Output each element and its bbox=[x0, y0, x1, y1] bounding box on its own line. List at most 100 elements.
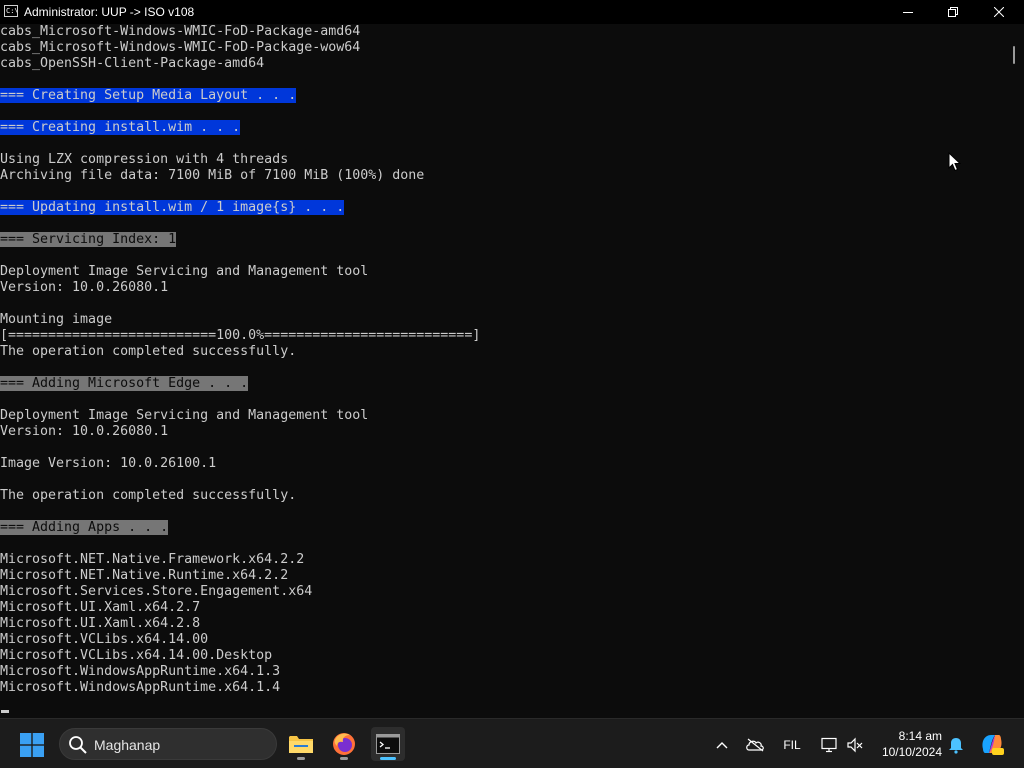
clock-date: 10/10/2024 bbox=[881, 745, 942, 759]
terminal-line-text: [==========================100.0%=======… bbox=[0, 328, 481, 343]
clock-time: 8:14 am bbox=[898, 729, 942, 743]
bell-icon bbox=[949, 738, 963, 754]
terminal-line-highlight: === Creating install.wim . . . bbox=[0, 120, 241, 135]
terminal-line-text: Archiving file data: 7100 MiB of 7100 Mi… bbox=[0, 168, 425, 183]
terminal-line: Mounting image bbox=[0, 312, 112, 328]
terminal-line-text: Image Version: 10.0.26100.1 bbox=[0, 456, 217, 471]
restore-icon bbox=[948, 7, 958, 17]
terminal-line: === Updating install.wim / 1 image{s} . … bbox=[0, 200, 345, 216]
terminal-line: Deployment Image Servicing and Managemen… bbox=[0, 264, 368, 280]
terminal-line: Version: 10.0.26080.1 bbox=[0, 280, 168, 296]
taskbar-search-box[interactable]: Maghanap bbox=[59, 728, 277, 760]
running-indicator bbox=[297, 757, 305, 760]
copilot-button[interactable] bbox=[979, 731, 1005, 757]
terminal-line-text: Microsoft.UI.Xaml.x64.2.8 bbox=[0, 616, 201, 631]
terminal-line-highlight: === Adding Apps . . . bbox=[0, 520, 169, 535]
terminal-line: Microsoft.NET.Native.Runtime.x64.2.2 bbox=[0, 568, 288, 584]
terminal-output[interactable]: cabs_Microsoft-Windows-WMIC-FoD-Package-… bbox=[0, 24, 1004, 718]
taskbar-terminal[interactable] bbox=[371, 727, 405, 761]
terminal-line: === Creating install.wim . . . bbox=[0, 120, 241, 136]
volume-muted-icon bbox=[847, 737, 863, 753]
chevron-up-icon bbox=[716, 742, 728, 749]
terminal-line-text: cabs_OpenSSH-Client-Package-amd64 bbox=[0, 56, 265, 71]
terminal-line-text: Microsoft.WindowsAppRuntime.x64.1.4 bbox=[0, 680, 281, 695]
terminal-line: Deployment Image Servicing and Managemen… bbox=[0, 408, 368, 424]
terminal-line-text: Using LZX compression with 4 threads bbox=[0, 152, 289, 167]
terminal-line: === Adding Microsoft Edge . . . bbox=[0, 376, 249, 392]
terminal-line-highlight: === Creating Setup Media Layout . . . bbox=[0, 88, 297, 103]
search-placeholder: Maghanap bbox=[94, 737, 161, 753]
terminal-line-text: Deployment Image Servicing and Managemen… bbox=[0, 408, 369, 423]
terminal-line: Microsoft.WindowsAppRuntime.x64.1.4 bbox=[0, 680, 280, 696]
terminal-line: Microsoft.VCLibs.x64.14.00 bbox=[0, 632, 208, 648]
taskbar-file-explorer[interactable] bbox=[284, 727, 318, 761]
terminal-line-text: Microsoft.VCLibs.x64.14.00 bbox=[0, 632, 209, 647]
terminal-line-text: Microsoft.Services.Store.Engagement.x64 bbox=[0, 584, 313, 599]
terminal-line: cabs_OpenSSH-Client-Package-amd64 bbox=[0, 56, 264, 72]
terminal-line-text: Microsoft.WindowsAppRuntime.x64.1.3 bbox=[0, 664, 281, 679]
terminal-line-highlight: === Servicing Index: 1 bbox=[0, 232, 177, 247]
copilot-icon bbox=[982, 735, 1004, 755]
terminal-line-text: Microsoft.NET.Native.Framework.x64.2.2 bbox=[0, 552, 305, 567]
terminal-line: cabs_Microsoft-Windows-WMIC-FoD-Package-… bbox=[0, 40, 360, 56]
taskbar-clock[interactable]: 8:14 am 10/10/2024 bbox=[872, 728, 942, 760]
windows-logo-icon bbox=[20, 733, 44, 757]
terminal-line-highlight: === Adding Microsoft Edge . . . bbox=[0, 376, 249, 391]
volume-tray[interactable] bbox=[845, 735, 865, 755]
terminal-line-text: Mounting image bbox=[0, 312, 113, 327]
terminal-line: Version: 10.0.26080.1 bbox=[0, 424, 168, 440]
terminal-line: Image Version: 10.0.26100.1 bbox=[0, 456, 216, 472]
terminal-line-text: Microsoft.NET.Native.Runtime.x64.2.2 bbox=[0, 568, 289, 583]
show-hidden-icons-button[interactable] bbox=[714, 735, 730, 755]
terminal-line: === Creating Setup Media Layout . . . bbox=[0, 88, 297, 104]
terminal-cursor bbox=[1, 710, 9, 713]
terminal-line-highlight: === Updating install.wim / 1 image{s} . … bbox=[0, 200, 345, 215]
network-tray[interactable] bbox=[820, 735, 840, 755]
file-explorer-icon bbox=[289, 736, 313, 753]
terminal-line-text: Deployment Image Servicing and Managemen… bbox=[0, 264, 369, 279]
firefox-icon bbox=[333, 733, 355, 755]
terminal-line: Microsoft.VCLibs.x64.14.00.Desktop bbox=[0, 648, 272, 664]
running-indicator bbox=[340, 757, 348, 760]
window-title: Administrator: UUP -> ISO v108 bbox=[24, 5, 195, 19]
terminal-line-text: The operation completed successfully. bbox=[0, 344, 297, 359]
terminal-line: Archiving file data: 7100 MiB of 7100 Mi… bbox=[0, 168, 424, 184]
terminal-line-text: cabs_Microsoft-Windows-WMIC-FoD-Package-… bbox=[0, 40, 361, 55]
notifications-button[interactable] bbox=[946, 735, 966, 755]
start-button[interactable] bbox=[20, 733, 44, 757]
terminal-line: === Servicing Index: 1 bbox=[0, 232, 177, 248]
active-indicator bbox=[380, 757, 396, 760]
network-monitor-icon bbox=[821, 737, 837, 753]
window-titlebar[interactable]: C:\ Administrator: UUP -> ISO v108 bbox=[0, 0, 1024, 24]
terminal-line: Microsoft.NET.Native.Framework.x64.2.2 bbox=[0, 552, 304, 568]
onedrive-tray[interactable] bbox=[744, 735, 766, 755]
close-button[interactable] bbox=[976, 0, 1022, 24]
terminal-line: Using LZX compression with 4 threads bbox=[0, 152, 288, 168]
vertical-scrollbar[interactable] bbox=[1004, 24, 1024, 718]
terminal-line: Microsoft.UI.Xaml.x64.2.7 bbox=[0, 600, 200, 616]
maximize-button[interactable] bbox=[930, 0, 976, 24]
minimize-icon bbox=[903, 12, 913, 13]
cloud-offline-icon bbox=[746, 738, 764, 752]
terminal-line: [==========================100.0%=======… bbox=[0, 328, 480, 344]
terminal-line-text: Version: 10.0.26080.1 bbox=[0, 280, 169, 295]
terminal-line-text: cabs_Microsoft-Windows-WMIC-FoD-Package-… bbox=[0, 24, 361, 39]
input-language-indicator[interactable]: FIL bbox=[780, 735, 804, 755]
taskbar: Maghanap FIL 8:14 am 10/10/2024 bbox=[0, 718, 1024, 768]
scrollbar-thumb[interactable] bbox=[1013, 46, 1015, 64]
terminal-line: The operation completed successfully. bbox=[0, 488, 296, 504]
minimize-button[interactable] bbox=[885, 0, 931, 24]
cmd-app-icon: C:\ bbox=[4, 5, 18, 17]
terminal-icon bbox=[376, 734, 400, 754]
terminal-line: Microsoft.Services.Store.Engagement.x64 bbox=[0, 584, 312, 600]
terminal-line: Microsoft.UI.Xaml.x64.2.8 bbox=[0, 616, 200, 632]
taskbar-firefox[interactable] bbox=[327, 727, 361, 761]
terminal-line-text: Microsoft.VCLibs.x64.14.00.Desktop bbox=[0, 648, 273, 663]
close-icon bbox=[994, 7, 1004, 17]
terminal-line: The operation completed successfully. bbox=[0, 344, 296, 360]
terminal-line: === Adding Apps . . . bbox=[0, 520, 169, 536]
mouse-pointer-icon bbox=[948, 152, 962, 172]
terminal-line-text: The operation completed successfully. bbox=[0, 488, 297, 503]
terminal-line: Microsoft.WindowsAppRuntime.x64.1.3 bbox=[0, 664, 280, 680]
terminal-line-text: Microsoft.UI.Xaml.x64.2.7 bbox=[0, 600, 201, 615]
